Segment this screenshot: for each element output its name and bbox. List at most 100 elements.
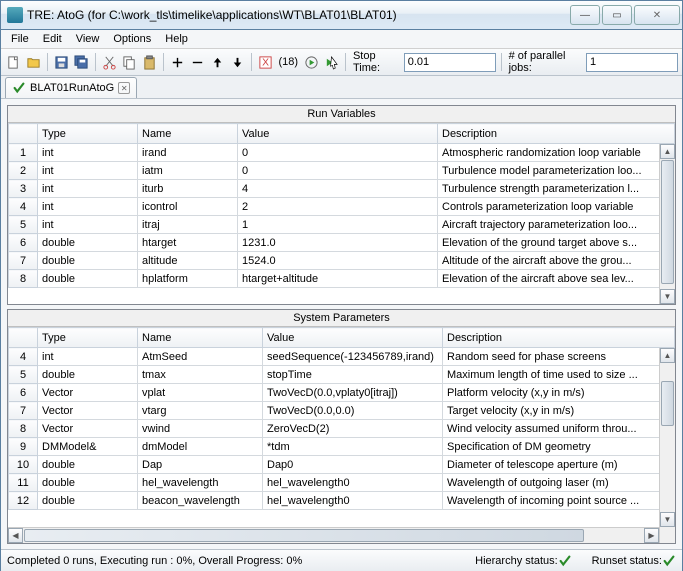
cell-name[interactable]: vplat	[138, 384, 263, 402]
cell-name[interactable]: irand	[138, 144, 238, 162]
scrollbar-vertical[interactable]: ▲ ▼	[659, 348, 675, 543]
table-row[interactable]: 1intirand0Atmospheric randomization loop…	[9, 144, 675, 162]
add-icon[interactable]	[169, 53, 186, 71]
col-value[interactable]: Value	[263, 328, 443, 348]
cell-description[interactable]: Elevation of the ground target above s..…	[438, 234, 675, 252]
cell-value[interactable]: 4	[238, 180, 438, 198]
cell-type[interactable]: int	[38, 198, 138, 216]
table-row[interactable]: 4intAtmSeedseedSequence(-123456789,irand…	[9, 348, 675, 366]
cell-type[interactable]: double	[38, 234, 138, 252]
cell-description[interactable]: Controls parameterization loop variable	[438, 198, 675, 216]
col-name[interactable]: Name	[138, 328, 263, 348]
cell-value[interactable]: 0	[238, 144, 438, 162]
parallel-jobs-input[interactable]	[586, 53, 678, 72]
cell-type[interactable]: Vector	[38, 402, 138, 420]
cell-description[interactable]: Random seed for phase screens	[443, 348, 675, 366]
down-arrow-icon[interactable]	[229, 53, 246, 71]
cell-type[interactable]: int	[38, 180, 138, 198]
cell-type[interactable]: int	[38, 216, 138, 234]
cell-name[interactable]: htarget	[138, 234, 238, 252]
play-icon[interactable]	[303, 53, 320, 71]
col-type[interactable]: Type	[38, 124, 138, 144]
cell-name[interactable]: vwind	[138, 420, 263, 438]
up-arrow-icon[interactable]	[209, 53, 226, 71]
table-row[interactable]: 11doublehel_wavelengthhel_wavelength0Wav…	[9, 474, 675, 492]
cell-value[interactable]: 0	[238, 162, 438, 180]
cell-name[interactable]: vtarg	[138, 402, 263, 420]
table-row[interactable]: 7VectorvtargTwoVecD(0.0,0.0)Target veloc…	[9, 402, 675, 420]
scroll-up-icon[interactable]: ▲	[660, 144, 675, 159]
cell-type[interactable]: double	[38, 270, 138, 288]
play-cursor-icon[interactable]	[323, 53, 340, 71]
cell-description[interactable]: Turbulence model parameterization loo...	[438, 162, 675, 180]
cell-value[interactable]: 1524.0	[238, 252, 438, 270]
cell-value[interactable]: stopTime	[263, 366, 443, 384]
cell-type[interactable]: Vector	[38, 384, 138, 402]
cell-value[interactable]: 2	[238, 198, 438, 216]
col-name[interactable]: Name	[138, 124, 238, 144]
table-row[interactable]: 4inticontrol2Controls parameterization l…	[9, 198, 675, 216]
copy-icon[interactable]	[121, 53, 138, 71]
open-icon[interactable]	[25, 53, 42, 71]
paste-icon[interactable]	[141, 53, 158, 71]
cell-name[interactable]: hel_wavelength	[138, 474, 263, 492]
new-icon[interactable]	[5, 53, 22, 71]
cell-description[interactable]: Diameter of telescope aperture (m)	[443, 456, 675, 474]
table-row[interactable]: 9DMModel&dmModel*tdmSpecification of DM …	[9, 438, 675, 456]
cell-value[interactable]: htarget+altitude	[238, 270, 438, 288]
menu-view[interactable]: View	[70, 31, 106, 47]
menu-options[interactable]: Options	[107, 31, 157, 47]
cell-value[interactable]: *tdm	[263, 438, 443, 456]
cell-description[interactable]: Atmospheric randomization loop variable	[438, 144, 675, 162]
cell-value[interactable]: hel_wavelength0	[263, 492, 443, 510]
scroll-up-icon[interactable]: ▲	[660, 348, 675, 363]
scroll-left-icon[interactable]: ◀	[8, 528, 23, 543]
cut-icon[interactable]	[101, 53, 118, 71]
cell-description[interactable]: Elevation of the aircraft above sea lev.…	[438, 270, 675, 288]
table-row[interactable]: 5intitraj1Aircraft trajectory parameteri…	[9, 216, 675, 234]
cell-description[interactable]: Specification of DM geometry	[443, 438, 675, 456]
cell-value[interactable]: Dap0	[263, 456, 443, 474]
remove-icon[interactable]	[189, 53, 206, 71]
cell-type[interactable]: DMModel&	[38, 438, 138, 456]
col-description[interactable]: Description	[438, 124, 675, 144]
table-row[interactable]: 8doublehplatformhtarget+altitudeElevatio…	[9, 270, 675, 288]
scrollbar-vertical[interactable]: ▲ ▼	[659, 144, 675, 304]
cell-type[interactable]: double	[38, 474, 138, 492]
scrollbar-horizontal[interactable]: ◀ ▶	[8, 527, 659, 543]
cell-description[interactable]: Aircraft trajectory parameterization loo…	[438, 216, 675, 234]
menu-file[interactable]: File	[5, 31, 35, 47]
maximize-button[interactable]: ▭	[602, 5, 632, 25]
cell-description[interactable]: Wavelength of incoming point source ...	[443, 492, 675, 510]
cell-description[interactable]: Platform velocity (x,y in m/s)	[443, 384, 675, 402]
cell-name[interactable]: dmModel	[138, 438, 263, 456]
cell-name[interactable]: Dap	[138, 456, 263, 474]
cell-name[interactable]: iturb	[138, 180, 238, 198]
cell-description[interactable]: Wavelength of outgoing laser (m)	[443, 474, 675, 492]
minimize-button[interactable]: —	[570, 5, 600, 25]
cell-description[interactable]: Turbulence strength parameterization l..…	[438, 180, 675, 198]
col-rownum[interactable]	[9, 124, 38, 144]
menu-help[interactable]: Help	[159, 31, 194, 47]
table-row[interactable]: 5doubletmaxstopTimeMaximum length of tim…	[9, 366, 675, 384]
table-row[interactable]: 10doubleDapDap0Diameter of telescope ape…	[9, 456, 675, 474]
cell-type[interactable]: double	[38, 252, 138, 270]
table-row[interactable]: 6doublehtarget1231.0Elevation of the gro…	[9, 234, 675, 252]
close-button[interactable]: ✕	[634, 5, 680, 25]
cell-name[interactable]: tmax	[138, 366, 263, 384]
save-all-icon[interactable]	[73, 53, 90, 71]
cell-type[interactable]: double	[38, 366, 138, 384]
cell-type[interactable]: int	[38, 162, 138, 180]
cell-value[interactable]: 1231.0	[238, 234, 438, 252]
cell-name[interactable]: AtmSeed	[138, 348, 263, 366]
cell-name[interactable]: beacon_wavelength	[138, 492, 263, 510]
cell-name[interactable]: itraj	[138, 216, 238, 234]
cell-type[interactable]: double	[38, 456, 138, 474]
menu-edit[interactable]: Edit	[37, 31, 68, 47]
cell-type[interactable]: int	[38, 144, 138, 162]
table-row[interactable]: 3intiturb4Turbulence strength parameteri…	[9, 180, 675, 198]
cell-name[interactable]: iatm	[138, 162, 238, 180]
cell-description[interactable]: Maximum length of time used to size ...	[443, 366, 675, 384]
scroll-right-icon[interactable]: ▶	[644, 528, 659, 543]
table-row[interactable]: 6VectorvplatTwoVecD(0.0,vplaty0[itraj])P…	[9, 384, 675, 402]
